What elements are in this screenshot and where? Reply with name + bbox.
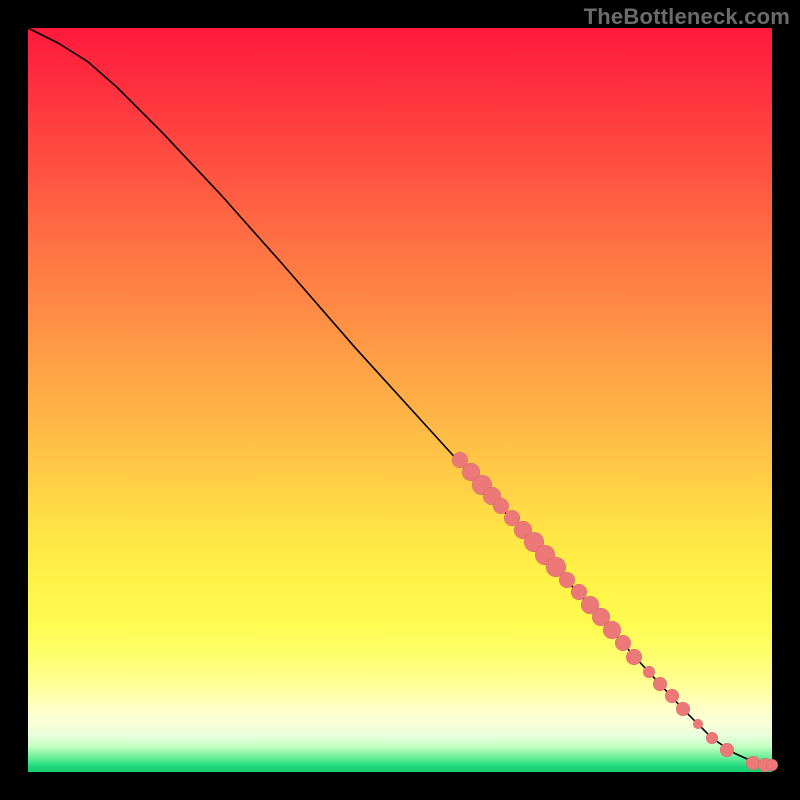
data-point (665, 689, 679, 703)
data-point (693, 719, 703, 729)
data-point (653, 677, 667, 691)
curve-line (28, 28, 772, 772)
data-point (626, 649, 642, 665)
data-point (766, 759, 778, 771)
data-point (720, 743, 734, 757)
data-point (676, 702, 690, 716)
data-point (643, 666, 655, 678)
data-point (615, 635, 631, 651)
data-point (706, 732, 718, 744)
watermark-text: TheBottleneck.com (584, 4, 790, 30)
